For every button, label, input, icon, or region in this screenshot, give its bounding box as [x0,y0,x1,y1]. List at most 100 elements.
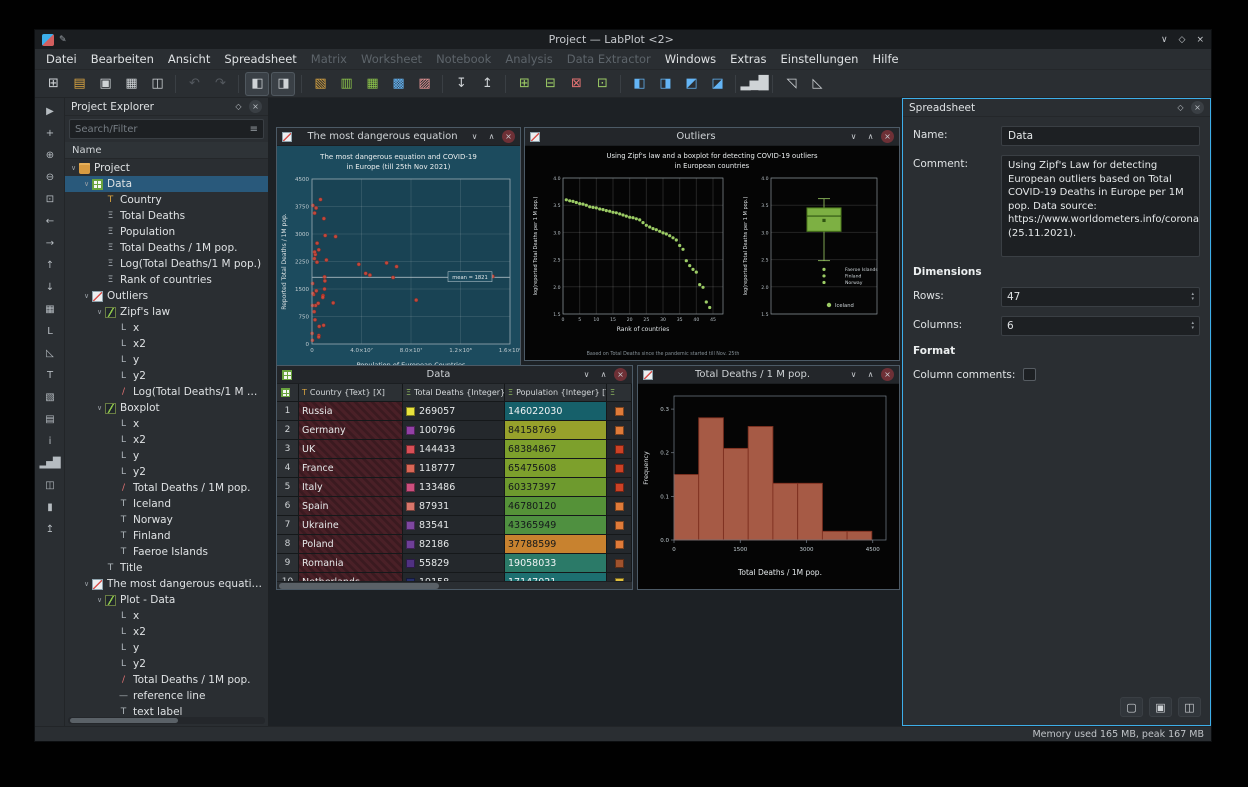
minimize-button[interactable]: ∨ [1161,35,1168,45]
expander-icon[interactable]: ∨ [81,580,92,588]
new-project-icon[interactable]: ⊞ [41,72,65,96]
cell-total-deaths[interactable]: 87931 [403,497,505,516]
zoom-fit-tool-icon[interactable]: ⊡ [39,190,61,209]
zoom-out-tool-icon[interactable]: ⊖ [39,168,61,187]
import-data-icon[interactable]: ↧ [449,72,473,96]
shade-icon[interactable]: ∨ [847,368,860,381]
tree-item-finland[interactable]: T Finland [65,528,268,544]
tree-item-x2[interactable]: Lx2 [65,336,268,352]
cell-population[interactable]: 46780120 [505,497,607,516]
mdi-titlebar[interactable]: Total Deaths / 1 M pop. ∨ ∧ × [638,366,899,384]
close-icon[interactable]: × [881,130,894,143]
tree-item-y[interactable]: Ly [65,448,268,464]
print-icon[interactable]: ▦ [119,72,143,96]
insert-column-left-icon[interactable]: ◧ [627,72,651,96]
add-axis-tool-icon[interactable]: L [39,322,61,341]
close-icon[interactable]: × [502,130,515,143]
shift-right-tool-icon[interactable]: → [39,234,61,253]
comment-field[interactable]: Using Zipf's Law for detecting European … [1001,155,1200,257]
tree-item-log-total-deaths-1-m-pop[interactable]: / Log(Total Deaths/1 M pop.) [65,384,268,400]
tree-header-name[interactable]: Name [65,142,268,159]
search-input[interactable] [75,123,250,135]
save-default-button[interactable]: ◫ [1178,697,1201,717]
menu-windows[interactable]: Windows [658,50,723,68]
tree-item-title[interactable]: T Title [65,560,268,576]
add-image-tool-icon[interactable]: ▧ [39,388,61,407]
filter-icon[interactable]: ≡ [250,124,258,135]
row-number-cell[interactable]: 3 [277,440,299,459]
cell-population[interactable]: 84158769 [505,421,607,440]
table-corner-cell[interactable] [277,384,299,402]
clear-rows-icon[interactable]: ⊡ [590,72,614,96]
menu-extras[interactable]: Extras [723,50,773,68]
column-statistics-icon[interactable]: ▂▅█ [741,72,769,96]
new-matrix-icon[interactable]: ▩ [386,72,410,96]
add-barplot-tool-icon[interactable]: ▮ [39,498,61,517]
tree-item-log-total-deaths-1-m-pop[interactable]: Ξ Log(Total Deaths/1 M pop.) [65,256,268,272]
mdi-titlebar[interactable]: The most dangerous equation ∨ ∧ × [277,128,520,146]
spinner-arrows-icon[interactable]: ▴ ▾ [1191,321,1194,331]
float-dock-icon[interactable]: ◇ [232,100,245,113]
tree-item-total-deaths-1m-pop[interactable]: Ξ Total Deaths / 1M pop. [65,240,268,256]
clear-columns-icon[interactable]: ◪ [705,72,729,96]
dangerous-equation-worksheet[interactable]: 0 4.0×10⁷ 8.0×10⁷ 1.2×10⁸ 1.6×10⁸ 0 750 1500 225… [277,146,520,374]
expander-icon[interactable]: ∨ [94,596,105,604]
expander-icon[interactable]: ∨ [81,180,92,188]
load-template-button[interactable]: ▢ [1120,697,1143,717]
cell-total-deaths[interactable]: 82186 [403,535,505,554]
menu-datei[interactable]: Datei [39,50,84,68]
cell-total-deaths[interactable]: 55829 [403,554,505,573]
cell-extra[interactable] [607,421,632,440]
cell-total-deaths[interactable]: 83541 [403,516,505,535]
shade-icon[interactable]: ∨ [847,130,860,143]
tree-item-reference-line[interactable]: — reference line [65,688,268,704]
row-number-cell[interactable]: 6 [277,497,299,516]
toggle-project-explorer-icon[interactable]: ◧ [245,71,269,96]
add-histogram-tool-icon[interactable]: ▂▅█ [39,454,60,473]
cell-total-deaths[interactable]: 100796 [403,421,505,440]
tree-item-x2[interactable]: Lx2 [65,624,268,640]
maximize-icon[interactable]: ∧ [864,368,877,381]
cell-population[interactable]: 43365949 [505,516,607,535]
add-curve-tool-icon[interactable]: ◺ [39,344,61,363]
save-template-button[interactable]: ▣ [1149,697,1172,717]
remove-rows-icon[interactable]: ⊠ [564,72,588,96]
spinner-arrows-icon[interactable]: ▴ ▾ [1191,292,1194,302]
add-plot-tool-icon[interactable]: ▦ [39,300,61,319]
row-number-cell[interactable]: 9 [277,554,299,573]
toggle-properties-explorer-icon[interactable]: ◨ [271,71,295,96]
mdi-titlebar[interactable]: Outliers ∨ ∧ × [525,128,899,146]
row-number-cell[interactable]: 2 [277,421,299,440]
column-comments-checkbox[interactable] [1023,368,1036,381]
maximize-icon[interactable]: ∧ [597,368,610,381]
tree-item-zipf-s-law[interactable]: ∨ Zipf's law [65,304,268,320]
tree-item-plot-data[interactable]: ∨ Plot - Data [65,592,268,608]
cell-total-deaths[interactable]: 269057 [403,402,505,421]
cell-population[interactable]: 68384867 [505,440,607,459]
menu-ansicht[interactable]: Ansicht [161,50,217,68]
cell-extra[interactable] [607,440,632,459]
cell-extra[interactable] [607,402,632,421]
close-button[interactable]: × [1196,35,1204,45]
shade-icon[interactable]: ∨ [468,130,481,143]
titlebar[interactable]: ✎ Project — LabPlot <2> ∨ ◇ × [35,30,1211,49]
cell-total-deaths[interactable]: 118777 [403,459,505,478]
tree-item-faeroe-islands[interactable]: T Faeroe Islands [65,544,268,560]
new-workbook-icon[interactable]: ▥ [334,72,358,96]
float-dock-icon[interactable]: ◇ [1174,101,1187,114]
row-number-cell[interactable]: 4 [277,459,299,478]
cell-population[interactable]: 37788599 [505,535,607,554]
tree-item-country[interactable]: T Country [65,192,268,208]
expander-icon[interactable]: ∨ [94,404,105,412]
row-number-cell[interactable]: 1 [277,402,299,421]
cell-country[interactable]: France [299,459,403,478]
tree-item-x[interactable]: Lx [65,320,268,336]
tree-item-boxplot[interactable]: ∨ Boxplot [65,400,268,416]
menu-bearbeiten[interactable]: Bearbeiten [84,50,161,68]
maximize-icon[interactable]: ∧ [485,130,498,143]
row-number-cell[interactable]: 7 [277,516,299,535]
cell-extra[interactable] [607,478,632,497]
cell-population[interactable]: 65475608 [505,459,607,478]
cell-country[interactable]: Germany [299,421,403,440]
cell-extra[interactable] [607,497,632,516]
